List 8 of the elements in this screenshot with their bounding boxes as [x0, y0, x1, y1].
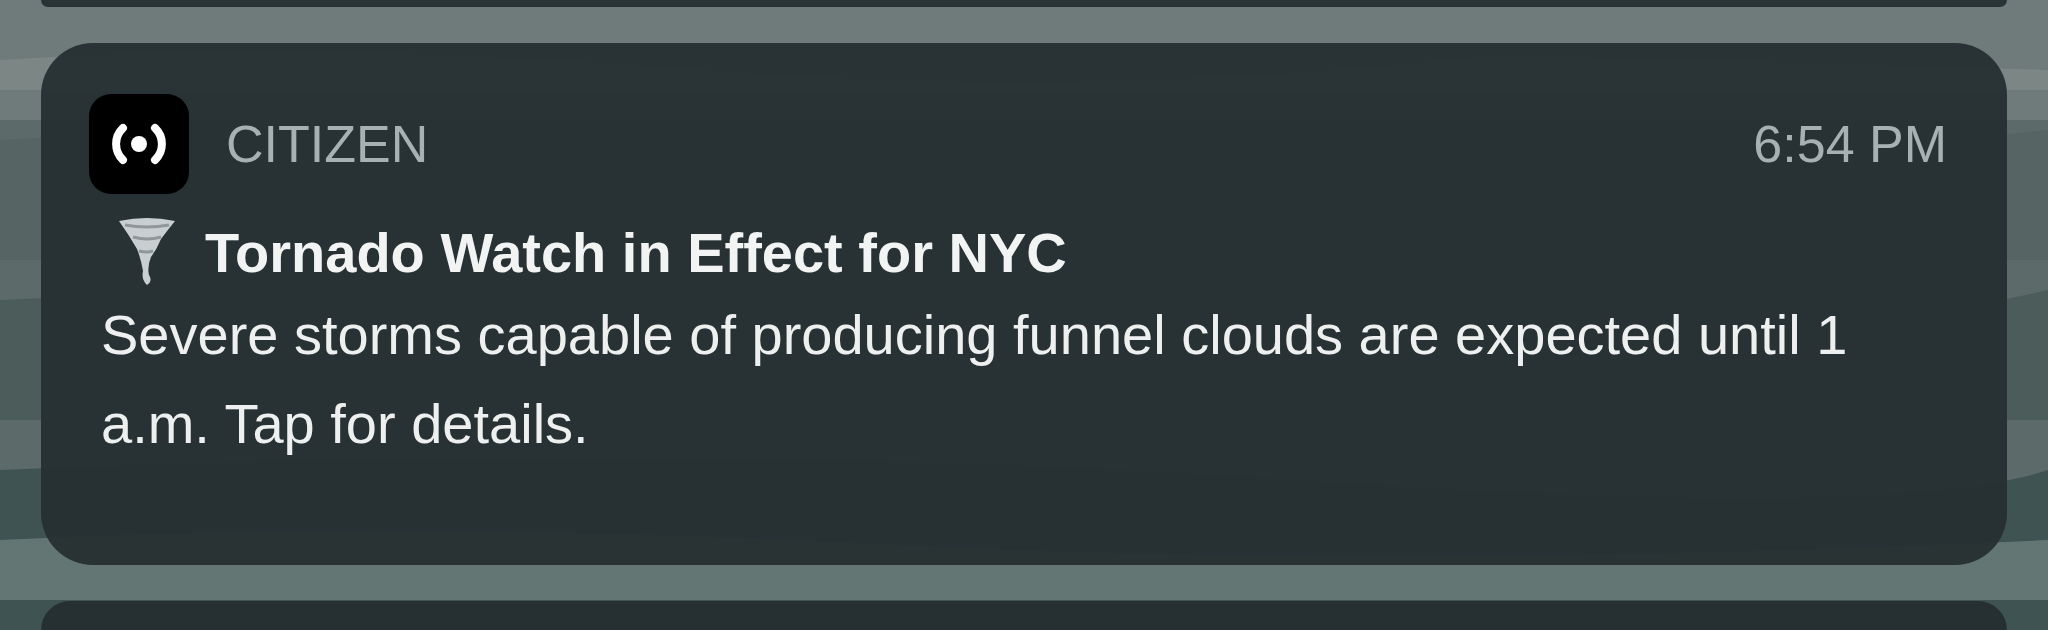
- notification-card[interactable]: [41, 0, 2007, 7]
- notification-title: Tornado Watch in Effect for NYC: [205, 219, 1067, 285]
- app-name: CITIZEN: [226, 114, 429, 174]
- broadcast-icon: [89, 94, 189, 194]
- tornado-icon: [117, 216, 177, 288]
- notification-card[interactable]: CITIZEN 6:54 PM Tornado Watch in Effect for NYC Severe storms capable of producing funnel clouds are expected until 1 a.m. Tap for details.: [41, 43, 2007, 565]
- notification-time: 6:54 PM: [1753, 114, 1947, 174]
- notification-body: Severe storms capable of producing funnel clouds are expected until 1 a.m. Tap for details.: [101, 302, 1849, 457]
